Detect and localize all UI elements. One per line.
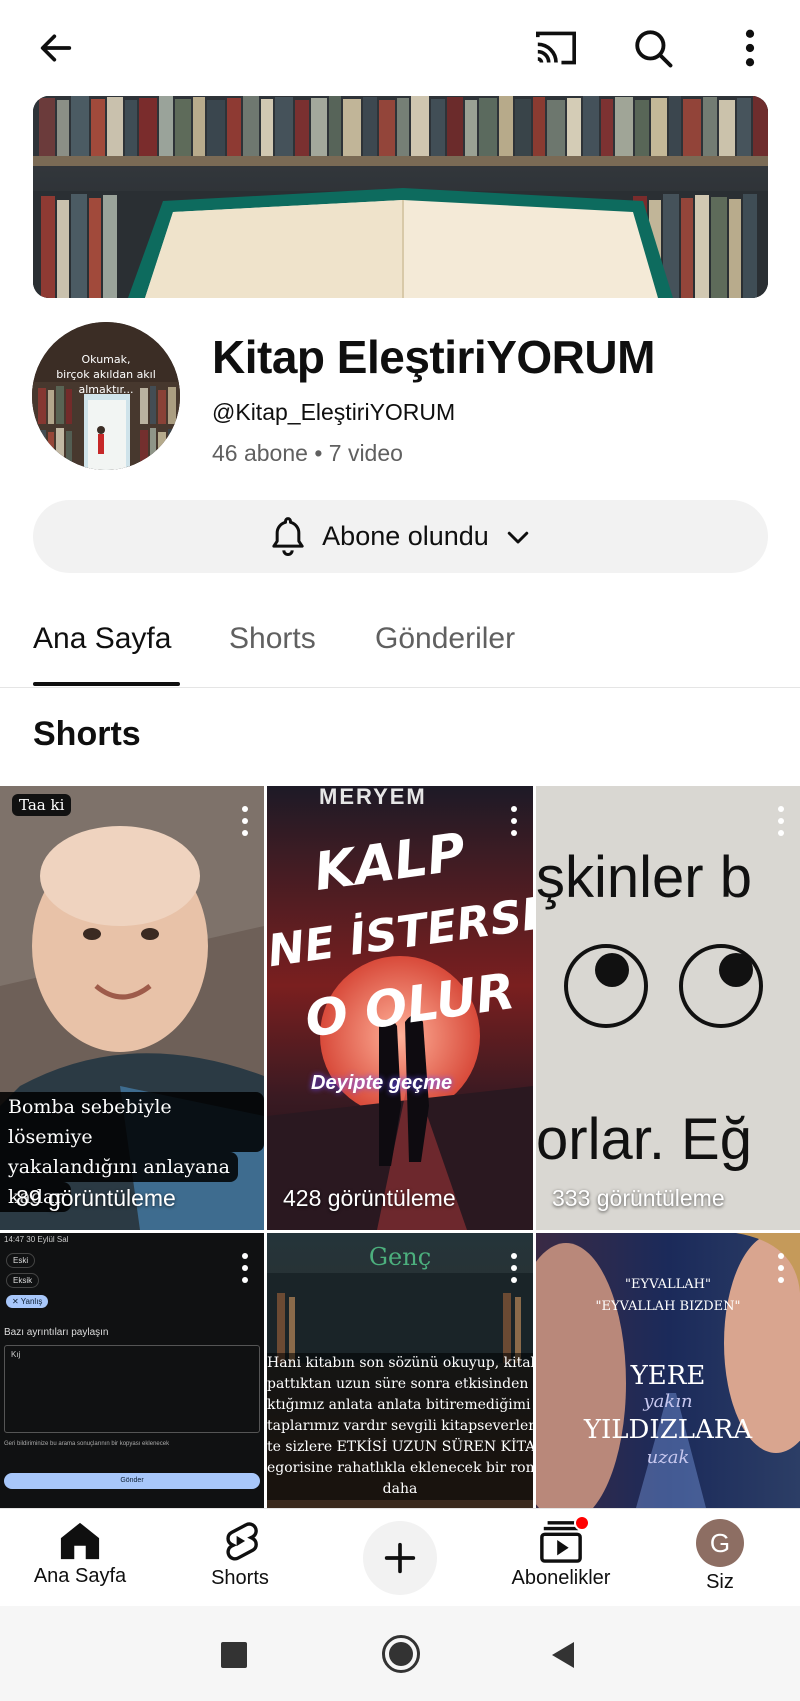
nav-label: Siz — [706, 1571, 734, 1593]
avatar-quote: Okumak, birçok akıldan akıl almaktır... — [32, 352, 180, 397]
section-title: Shorts — [33, 715, 141, 753]
home-icon — [57, 1519, 103, 1561]
short-thumbnail[interactable]: şkinler b orlar. Eğ 333 görüntüleme — [536, 786, 800, 1230]
short-title-script: yakın — [643, 1391, 693, 1412]
create-icon — [363, 1521, 437, 1595]
short-text-line: şkinler b — [536, 845, 752, 910]
status-text: 14:47 30 Eylül Sal — [4, 1235, 69, 1244]
form-label: Bazı ayrıntıları paylaşın — [4, 1327, 109, 1338]
short-text-line: pattıktan uzun süre sonra etkisinden z — [267, 1376, 533, 1392]
more-vert-icon[interactable] — [240, 1253, 250, 1283]
home-button-inner — [389, 1642, 413, 1666]
channel-avatar[interactable]: Okumak, birçok akıldan akıl almaktır... — [32, 322, 180, 470]
short-text-line: orlar. Eğ — [536, 1107, 752, 1172]
short-title: KALP NE İSTERSE O OLUR — [267, 809, 533, 1060]
avatar: G — [696, 1519, 744, 1567]
more-vert-icon[interactable] — [724, 22, 776, 74]
short-text-line: daha — [382, 1481, 418, 1497]
short-text-line: te sizlere ETKİSİ UZUN SÜREN KİTABL — [267, 1439, 533, 1455]
chip-label: Yanlış — [20, 1297, 43, 1306]
more-vert-icon[interactable] — [509, 806, 519, 836]
more-vert-icon[interactable] — [776, 806, 786, 836]
nav-home[interactable]: Ana Sayfa — [20, 1509, 140, 1607]
input-value: Kıj — [11, 1350, 21, 1359]
nav-label: Shorts — [211, 1567, 269, 1589]
system-navigation-bar — [0, 1606, 800, 1701]
short-thumbnail[interactable]: MERYEM KALP NE İSTERSE O OLUR Deyipte ge… — [267, 786, 533, 1230]
bottom-navigation: Ana Sayfa Shorts Abonelikler G Siz — [0, 1508, 800, 1606]
short-text-line: taplarımız vardır sevgili kitapseverler — [267, 1418, 533, 1434]
short-title-script: uzak — [646, 1447, 690, 1468]
nav-create[interactable] — [360, 1509, 440, 1607]
bell-icon — [268, 515, 308, 559]
avatar-quote-line2: birçok akıldan akıl almaktır... — [56, 368, 156, 396]
short-text-line: egorisine rahatlıkla eklenecek bir rom — [267, 1460, 533, 1476]
short-thumbnail[interactable]: Genç Hani kitabın son sözünü okuyup, kit… — [267, 1233, 533, 1508]
more-vert-icon[interactable] — [240, 806, 250, 836]
back-triangle-icon[interactable] — [550, 1640, 576, 1675]
short-text-block: Hani kitabın son sözünü okuyup, kitab pa… — [267, 1353, 533, 1500]
more-vert-icon[interactable] — [509, 1253, 519, 1283]
view-count: 428 görüntüleme — [283, 1185, 456, 1211]
short-thumbnail[interactable]: "EYVALLAH" "EYVALLAH BIZDEN" YERE yakın … — [536, 1233, 800, 1508]
nav-label: Abonelikler — [511, 1567, 611, 1589]
nav-you[interactable]: G Siz — [670, 1509, 770, 1607]
short-thumbnail[interactable]: 14:47 30 Eylül Sal Eski Eksik ✕ Yanlış B… — [0, 1233, 264, 1508]
channel-stats: 46 abone • 7 video — [212, 440, 403, 466]
channel-tabs: Ana Sayfa Shorts Gönderiler — [0, 600, 800, 688]
avatar-letter: G — [709, 1527, 731, 1558]
send-button: Gönder — [4, 1473, 260, 1489]
short-subtitle: Deyipte geçme — [311, 1072, 453, 1094]
subscribed-label: Abone olundu — [322, 521, 489, 551]
avatar-quote-line1: Okumak, — [81, 353, 131, 366]
short-title-line: YILDIZLARA — [583, 1415, 753, 1445]
caption-line: yakalandığını anlayana — [0, 1152, 238, 1182]
subscriptions-icon — [538, 1515, 590, 1563]
form-note: Geri bildiriminize bu arama sonuçlarının… — [4, 1441, 170, 1447]
recents-icon[interactable] — [221, 1642, 247, 1668]
short-thumbnail[interactable]: Taa ki Bomba sebebiyle lösemiye yakaland… — [0, 786, 264, 1230]
channel-title: Kitap EleştiriYORUM — [212, 331, 655, 383]
tab-shorts[interactable]: Shorts — [229, 622, 316, 656]
feedback-input: Kıj — [4, 1345, 260, 1433]
short-quote: "EYVALLAH BIZDEN" — [595, 1299, 741, 1314]
subscribed-button[interactable]: Abone olundu — [33, 500, 768, 573]
top-app-bar — [0, 0, 800, 96]
caption-line: Bomba sebebiyle lösemiye — [0, 1092, 264, 1152]
notification-dot — [574, 1515, 590, 1531]
chip: Eksik — [6, 1273, 40, 1288]
view-count: 89 görüntüleme — [16, 1185, 176, 1211]
search-icon[interactable] — [627, 22, 679, 74]
short-title-line: YERE — [630, 1361, 706, 1391]
cast-icon[interactable] — [530, 22, 582, 74]
shorts-icon — [219, 1519, 261, 1563]
active-tab-indicator — [33, 682, 180, 686]
short-text-line: Hani kitabın son sözünü okuyup, kitab — [267, 1355, 533, 1371]
close-icon: ✕ — [12, 1297, 21, 1306]
home-button-icon[interactable] — [382, 1635, 420, 1673]
chip: Eski — [6, 1253, 36, 1268]
channel-banner — [33, 96, 768, 298]
channel-handle: @Kitap_EleştiriYORUM — [212, 399, 456, 425]
chevron-down-icon — [503, 522, 533, 552]
short-top-text: MERYEM — [319, 786, 427, 809]
tab-home[interactable]: Ana Sayfa — [33, 622, 171, 656]
nav-shorts[interactable]: Shorts — [180, 1509, 300, 1607]
short-text-line: ktığımız anlata anlata bitiremediğimi — [267, 1397, 531, 1413]
nav-label: Ana Sayfa — [33, 1565, 127, 1587]
tab-posts[interactable]: Gönderiler — [375, 622, 515, 656]
short-heading: Genç — [368, 1243, 432, 1271]
nav-subscriptions[interactable]: Abonelikler — [500, 1509, 622, 1607]
more-vert-icon[interactable] — [776, 1253, 786, 1283]
short-quote: "EYVALLAH" — [625, 1277, 711, 1292]
view-count: 333 görüntüleme — [552, 1185, 725, 1211]
chip-selected: ✕ Yanlış — [6, 1295, 49, 1308]
back-arrow-icon[interactable] — [30, 22, 82, 74]
short-badge: Taa ki — [12, 794, 72, 816]
